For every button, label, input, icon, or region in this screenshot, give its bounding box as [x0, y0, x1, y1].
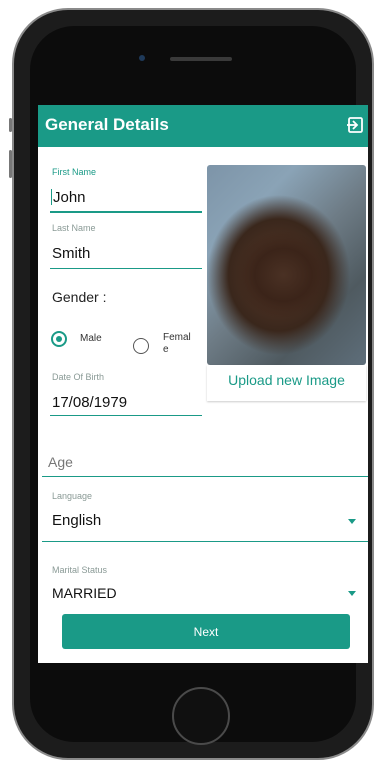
first-name-label: First Name: [52, 167, 97, 177]
language-underline: [42, 541, 368, 542]
dob-label: Date Of Birth: [52, 372, 105, 382]
last-name-underline: [50, 268, 202, 269]
age-field[interactable]: Age: [48, 454, 73, 470]
marital-status-label: Marital Status: [52, 565, 108, 575]
exit-icon[interactable]: [346, 116, 364, 134]
first-name-underline: [50, 211, 202, 213]
language-select[interactable]: English: [52, 512, 101, 529]
radio-male-label: Male: [80, 333, 102, 344]
chevron-down-icon[interactable]: [348, 519, 356, 524]
language-label: Language: [52, 491, 93, 501]
gender-label: Gender :: [52, 289, 107, 305]
first-name-field[interactable]: John: [53, 189, 86, 206]
radio-female[interactable]: [133, 338, 149, 354]
marital-status-select[interactable]: MARRIED: [52, 585, 117, 601]
last-name-label: Last Name: [52, 223, 96, 233]
chevron-down-icon[interactable]: [348, 591, 356, 596]
app-screen: General Details First Name John Last Nam…: [38, 105, 368, 663]
radio-female-label: Femal e: [163, 332, 191, 355]
next-button[interactable]: Next: [62, 614, 350, 649]
age-underline: [42, 476, 368, 477]
speaker-grille: [170, 57, 232, 61]
text-cursor: [51, 189, 52, 205]
page-title: General Details: [45, 115, 169, 134]
last-name-field[interactable]: Smith: [52, 245, 90, 262]
upload-image-button[interactable]: Upload new Image: [207, 372, 366, 388]
profile-photo: [207, 165, 366, 365]
home-button[interactable]: [172, 687, 230, 745]
side-button: [9, 118, 12, 132]
side-button: [9, 150, 12, 178]
app-bar: General Details: [38, 105, 368, 147]
radio-male[interactable]: [51, 331, 67, 347]
front-camera: [139, 55, 145, 61]
dob-underline: [50, 415, 202, 416]
dob-field[interactable]: 17/08/1979: [52, 394, 127, 411]
